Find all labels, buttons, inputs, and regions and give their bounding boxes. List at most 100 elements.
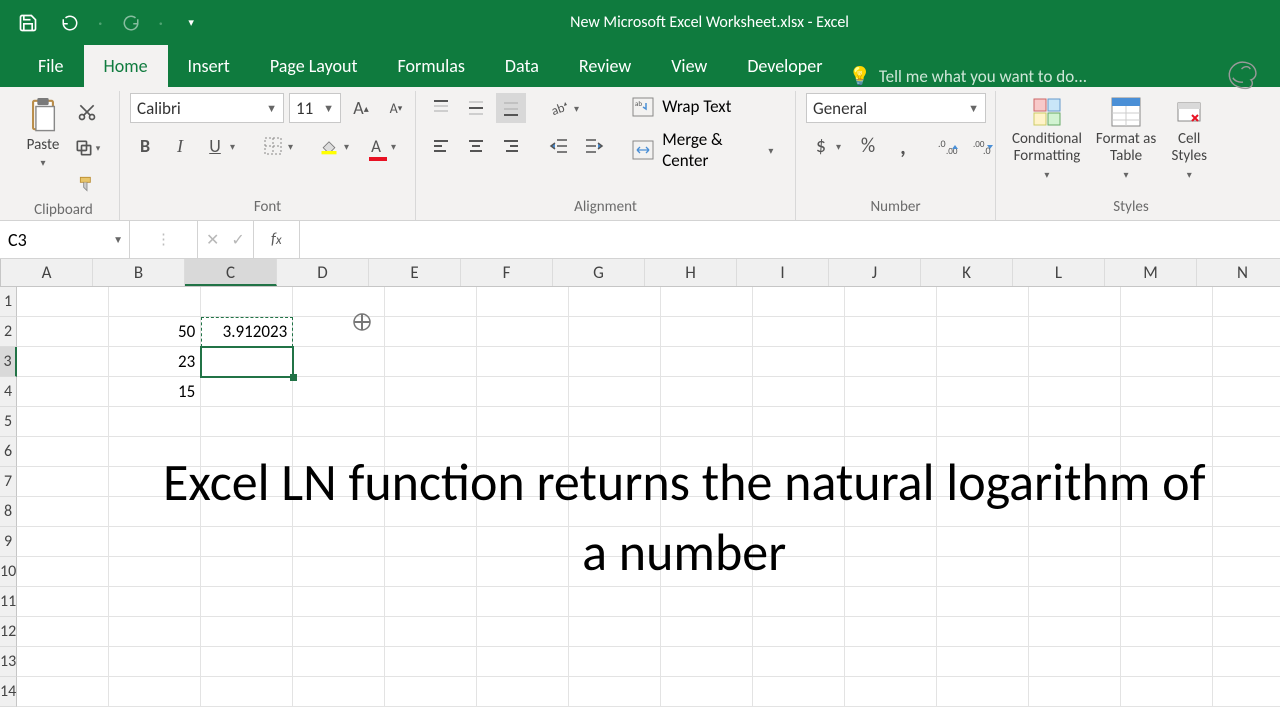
cell[interactable] xyxy=(937,287,1029,316)
column-header[interactable]: G xyxy=(553,259,645,286)
cell[interactable] xyxy=(753,677,845,706)
paste-button[interactable]: Paste ▾ xyxy=(18,93,68,171)
cell[interactable] xyxy=(845,287,937,316)
column-header[interactable]: E xyxy=(369,259,461,286)
cell[interactable] xyxy=(661,677,753,706)
save-icon[interactable] xyxy=(14,9,42,37)
cell[interactable] xyxy=(1121,617,1213,646)
cell[interactable] xyxy=(569,647,661,676)
cell[interactable] xyxy=(1213,677,1280,706)
percent-button[interactable]: % xyxy=(853,131,883,161)
format-as-table-button[interactable]: Format as Table▾ xyxy=(1090,93,1162,183)
cell[interactable] xyxy=(293,317,385,346)
cell[interactable] xyxy=(1213,617,1280,646)
cell[interactable] xyxy=(753,287,845,316)
cell[interactable] xyxy=(661,317,753,346)
cell[interactable] xyxy=(109,677,201,706)
cell[interactable] xyxy=(17,527,109,556)
number-format-combo[interactable]: General▼ xyxy=(806,93,986,123)
cell[interactable] xyxy=(385,377,477,406)
column-header[interactable]: I xyxy=(737,259,829,286)
conditional-formatting-button[interactable]: Conditional Formatting▾ xyxy=(1006,93,1088,183)
cell[interactable] xyxy=(1121,317,1213,346)
cut-icon[interactable] xyxy=(72,97,102,127)
cell[interactable] xyxy=(293,407,385,436)
cell[interactable] xyxy=(661,617,753,646)
column-header[interactable]: F xyxy=(461,259,553,286)
cell[interactable] xyxy=(17,317,109,346)
column-header[interactable]: A xyxy=(1,259,93,286)
tell-me-search[interactable]: 💡 Tell me what you want to do... xyxy=(842,65,1087,87)
undo-icon[interactable] xyxy=(56,9,84,37)
tab-review[interactable]: Review xyxy=(559,45,651,87)
cell[interactable] xyxy=(201,407,293,436)
decrease-indent-icon[interactable] xyxy=(544,131,574,161)
cell[interactable] xyxy=(845,317,937,346)
cell[interactable] xyxy=(845,407,937,436)
row-header[interactable]: 5 xyxy=(0,407,17,437)
cell[interactable] xyxy=(753,587,845,616)
cell[interactable] xyxy=(109,647,201,676)
cell[interactable] xyxy=(845,587,937,616)
cell[interactable] xyxy=(661,377,753,406)
cell[interactable] xyxy=(293,377,385,406)
row-header[interactable]: 12 xyxy=(0,617,17,647)
cell[interactable] xyxy=(661,347,753,376)
borders-button[interactable]: ▾ xyxy=(258,131,300,161)
cell[interactable] xyxy=(293,587,385,616)
cell[interactable] xyxy=(201,377,293,406)
row-header[interactable]: 1 xyxy=(0,287,17,317)
cell[interactable] xyxy=(1121,587,1213,616)
wrap-text-button[interactable]: ab Wrap Text xyxy=(626,93,785,120)
cell[interactable] xyxy=(1213,287,1280,316)
cells-area[interactable]: 503.9120232315Excel LN function returns … xyxy=(17,287,1280,707)
font-color-button[interactable]: A▾ xyxy=(361,131,403,161)
row-header[interactable]: 11 xyxy=(0,587,17,617)
cell[interactable] xyxy=(1213,587,1280,616)
cell[interactable] xyxy=(17,407,109,436)
cell[interactable] xyxy=(1029,587,1121,616)
cell[interactable] xyxy=(17,437,109,466)
cell[interactable] xyxy=(1029,647,1121,676)
cell[interactable] xyxy=(569,677,661,706)
formula-input[interactable] xyxy=(300,221,1280,258)
column-header[interactable]: D xyxy=(277,259,369,286)
cell[interactable] xyxy=(1213,407,1280,436)
row-header[interactable]: 8 xyxy=(0,497,17,527)
cell[interactable] xyxy=(17,287,109,316)
cell[interactable] xyxy=(1121,347,1213,376)
cell[interactable] xyxy=(477,347,569,376)
merge-center-button[interactable]: Merge & Center ▾ xyxy=(626,126,785,174)
cell[interactable] xyxy=(1213,647,1280,676)
cell[interactable] xyxy=(477,287,569,316)
cell[interactable] xyxy=(1213,497,1280,526)
addin-dragon-icon[interactable] xyxy=(1220,49,1266,95)
cell[interactable] xyxy=(385,407,477,436)
column-header[interactable]: M xyxy=(1105,259,1197,286)
cell[interactable] xyxy=(569,377,661,406)
cell[interactable] xyxy=(385,647,477,676)
cell[interactable] xyxy=(1029,377,1121,406)
insert-function-button[interactable]: ⋮ xyxy=(130,221,198,258)
tab-home[interactable]: Home xyxy=(84,45,168,87)
cell[interactable] xyxy=(661,287,753,316)
cell[interactable] xyxy=(845,647,937,676)
column-header[interactable]: L xyxy=(1013,259,1105,286)
cell[interactable] xyxy=(1213,377,1280,406)
cell[interactable] xyxy=(845,347,937,376)
cell[interactable] xyxy=(937,677,1029,706)
cell[interactable] xyxy=(1029,407,1121,436)
cell[interactable]: 23 xyxy=(109,347,201,376)
cell[interactable] xyxy=(109,587,201,616)
cell[interactable] xyxy=(17,497,109,526)
row-header[interactable]: 9 xyxy=(0,527,17,557)
cell[interactable] xyxy=(385,587,477,616)
cell[interactable] xyxy=(1213,317,1280,346)
cell[interactable] xyxy=(477,677,569,706)
cell[interactable] xyxy=(477,587,569,616)
cell[interactable] xyxy=(293,647,385,676)
accounting-format-button[interactable]: $▾ xyxy=(806,131,848,161)
cell[interactable] xyxy=(1213,347,1280,376)
fx-label[interactable]: fx xyxy=(254,221,300,258)
row-header[interactable]: 10 xyxy=(0,557,17,587)
